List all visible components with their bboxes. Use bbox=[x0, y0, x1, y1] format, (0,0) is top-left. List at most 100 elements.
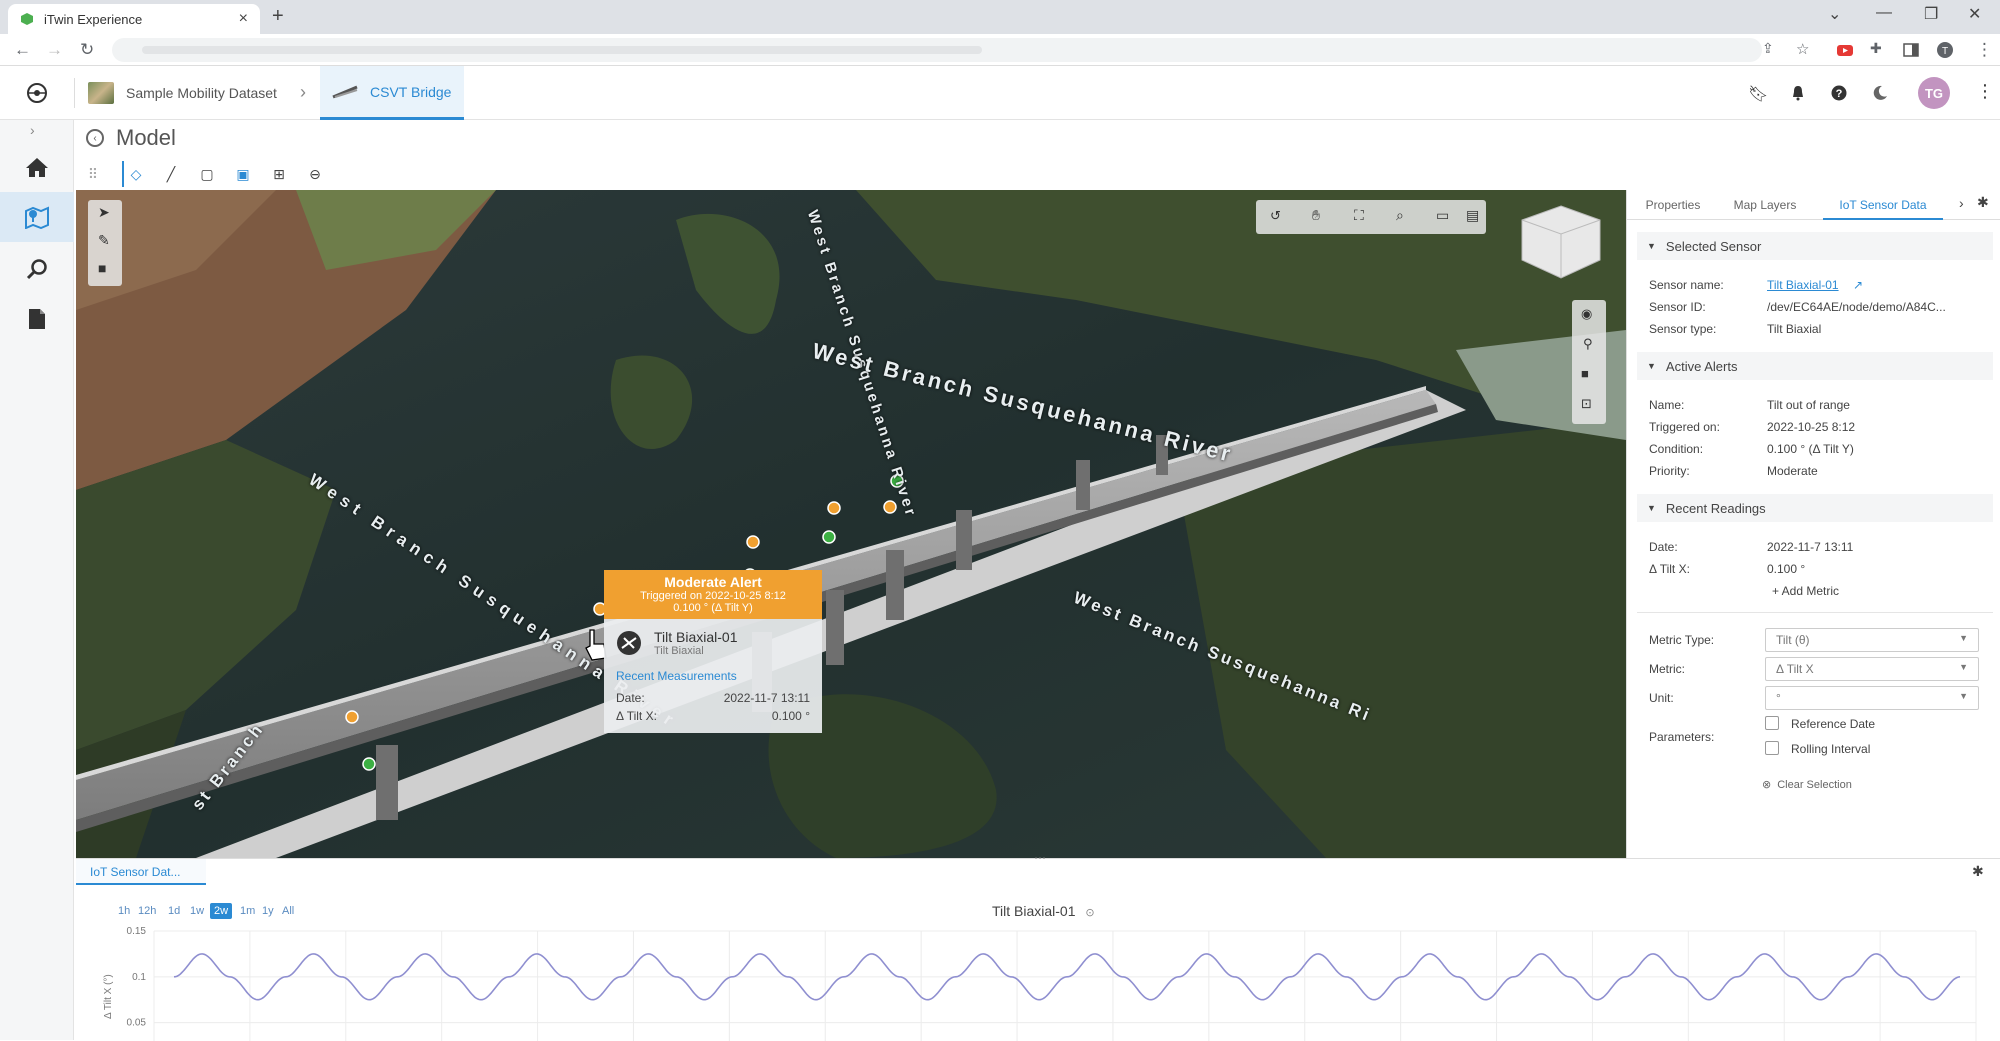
share-icon[interactable]: ⇪ bbox=[1762, 40, 1774, 57]
zoom-icon[interactable]: ⌕ bbox=[1396, 207, 1404, 224]
itwin-logo-icon[interactable] bbox=[24, 81, 50, 105]
section-recent-readings[interactable]: ▼ Recent Readings bbox=[1637, 494, 1993, 522]
section-title: Recent Readings bbox=[1665, 500, 1766, 516]
camera-icon[interactable]: ◉ bbox=[1581, 306, 1592, 322]
search-icon bbox=[26, 259, 47, 280]
rolling-interval-checkbox[interactable] bbox=[1765, 741, 1779, 755]
nav-home[interactable] bbox=[0, 142, 74, 192]
open-external-icon[interactable]: ↗ bbox=[1853, 278, 1863, 292]
section-active-alerts[interactable]: ▼ Active Alerts bbox=[1637, 352, 1993, 380]
range-1m[interactable]: 1m bbox=[240, 905, 255, 917]
saved-view-icon[interactable]: ▤ bbox=[1466, 207, 1479, 224]
sensor-name-link[interactable]: Tilt Biaxial-01 bbox=[1767, 278, 1839, 292]
walk-icon[interactable]: ⚲ bbox=[1583, 336, 1593, 352]
youtube-extension-icon[interactable] bbox=[1836, 41, 1854, 59]
range-1d[interactable]: 1d bbox=[168, 905, 180, 917]
chart-settings-icon[interactable]: ⊙ bbox=[1085, 907, 1094, 919]
section-selected-sensor[interactable]: ▼ Selected Sensor bbox=[1637, 232, 1993, 260]
pointer-tool-icon[interactable]: ➤ bbox=[98, 204, 110, 221]
nav-map[interactable] bbox=[0, 192, 74, 242]
3d-viewport[interactable]: West Branch Susquehanna River West Branc… bbox=[76, 190, 1626, 858]
url-input[interactable] bbox=[112, 38, 1762, 62]
resize-handle-icon[interactable]: ⋯ bbox=[1034, 851, 1046, 865]
tab-map-layers[interactable]: Map Layers bbox=[1719, 190, 1811, 220]
drag-handle-icon[interactable]: ⠿ bbox=[80, 161, 106, 187]
sidepanel-icon[interactable] bbox=[1902, 41, 1920, 59]
delete-tool-icon[interactable]: ■ bbox=[98, 260, 106, 276]
forward-icon[interactable]: → bbox=[46, 40, 63, 60]
select-element-icon[interactable]: ◇ bbox=[122, 161, 148, 187]
pan-hand-icon[interactable]: ✋︎ bbox=[1312, 207, 1320, 224]
measure-line-icon[interactable]: ╱ bbox=[158, 161, 184, 187]
rolling-interval-label: Rolling Interval bbox=[1791, 742, 1871, 756]
profile-icon[interactable]: T bbox=[1936, 41, 1954, 59]
app-menu-icon[interactable]: ⋮ bbox=[1976, 81, 1994, 102]
sensor-id-label: Sensor ID: bbox=[1649, 300, 1706, 314]
sensor-id-value: /dev/EC64AE/node/demo/A84C... bbox=[1767, 300, 1946, 314]
unit-select[interactable]: ° ▼ bbox=[1765, 686, 1979, 710]
remove-circle-icon[interactable]: ⊖ bbox=[302, 161, 328, 187]
new-tab-button[interactable]: + bbox=[272, 5, 284, 28]
expand-nav-icon[interactable]: › bbox=[30, 122, 35, 138]
fit-view-icon[interactable]: ⛶ bbox=[1354, 207, 1364, 224]
range-12h[interactable]: 12h bbox=[138, 905, 156, 917]
section-tool-icon[interactable]: ▣ bbox=[230, 161, 256, 187]
dark-mode-moon-icon[interactable] bbox=[1872, 85, 1888, 101]
pencil-tool-icon[interactable]: ✎ bbox=[98, 232, 110, 249]
range-1h[interactable]: 1h bbox=[118, 905, 130, 917]
tab-properties[interactable]: Properties bbox=[1627, 190, 1719, 220]
nav-search[interactable] bbox=[0, 244, 74, 294]
tab-search-icon[interactable]: ⌄ bbox=[1828, 4, 1841, 24]
add-metric-button[interactable]: + Add Metric bbox=[1772, 584, 1839, 598]
tab-iot-sensor-chart[interactable]: IoT Sensor Dat... bbox=[76, 859, 206, 885]
tab-close-icon[interactable]: × bbox=[239, 10, 248, 28]
window-close-icon[interactable]: ✕ bbox=[1968, 4, 1981, 24]
breadcrumb-model[interactable]: CSVT Bridge bbox=[320, 66, 464, 120]
metric-type-select[interactable]: Tilt (θ) ▼ bbox=[1765, 628, 1979, 652]
browser-tab[interactable]: iTwin Experience × bbox=[8, 4, 260, 34]
range-1y[interactable]: 1y bbox=[262, 905, 274, 917]
frame-icon[interactable]: ⊡ bbox=[1581, 396, 1592, 412]
viewport-tool-palette: ➤ ✎ ■ bbox=[88, 200, 122, 286]
sensor-alert-popup[interactable]: Moderate Alert Triggered on 2022-10-25 8… bbox=[604, 570, 822, 733]
popup-sensor-type: Tilt Biaxial bbox=[654, 645, 704, 657]
pin-panel-icon[interactable]: ✱ bbox=[1972, 863, 1984, 880]
add-box-icon[interactable]: ⊞ bbox=[266, 161, 292, 187]
help-icon[interactable]: ? bbox=[1831, 85, 1847, 101]
range-all[interactable]: All bbox=[282, 905, 294, 917]
breadcrumb-dataset[interactable]: Sample Mobility Dataset bbox=[88, 66, 277, 120]
recent-measurements-link[interactable]: Recent Measurements bbox=[616, 669, 810, 683]
reference-date-label: Reference Date bbox=[1791, 717, 1876, 731]
chevron-down-icon: ▼ bbox=[1959, 662, 1968, 672]
sensor-type-label: Sensor type: bbox=[1649, 322, 1717, 336]
rectangle-select-icon[interactable]: ▢ bbox=[194, 161, 220, 187]
user-avatar[interactable]: TG bbox=[1918, 77, 1950, 109]
back-icon[interactable]: ← bbox=[14, 40, 31, 60]
tabs-next-icon[interactable]: › bbox=[1959, 195, 1964, 211]
restore-icon[interactable]: ❐ bbox=[1924, 4, 1938, 24]
window-area-icon[interactable]: ▭ bbox=[1436, 207, 1449, 224]
metric-select[interactable]: Δ Tilt X ▼ bbox=[1765, 657, 1979, 681]
chevron-down-icon: ▼ bbox=[1959, 633, 1968, 643]
clear-selection-button[interactable]: ⊗ Clear Selection bbox=[1762, 778, 1882, 792]
tab-iot-sensor-data[interactable]: IoT Sensor Data bbox=[1823, 190, 1943, 220]
minimize-icon[interactable]: — bbox=[1876, 4, 1892, 22]
navigation-cube-icon[interactable] bbox=[1516, 202, 1606, 282]
video-icon[interactable]: ■ bbox=[1581, 366, 1589, 381]
rotate-view-icon[interactable]: ↺ bbox=[1270, 208, 1281, 224]
range-1w[interactable]: 1w bbox=[190, 905, 204, 917]
bookmark-star-icon[interactable]: ☆ bbox=[1796, 40, 1809, 58]
reload-icon[interactable]: ↻ bbox=[80, 40, 94, 60]
range-2w[interactable]: 2w bbox=[210, 903, 233, 919]
extensions-puzzle-icon[interactable]: ✚ bbox=[1870, 40, 1882, 57]
reference-date-checkbox[interactable] bbox=[1765, 716, 1779, 730]
bookmark-icon[interactable]: 🔖︎ bbox=[1748, 84, 1768, 104]
sensor-type-value: Tilt Biaxial bbox=[1767, 322, 1822, 336]
browser-menu-icon[interactable]: ⋮ bbox=[1976, 40, 1993, 60]
pin-panel-icon[interactable]: ✱ bbox=[1977, 194, 1989, 211]
alert-name-value: Tilt out of range bbox=[1767, 398, 1850, 412]
back-circle-icon[interactable]: ‹ bbox=[86, 129, 104, 147]
nav-documents[interactable] bbox=[0, 294, 74, 344]
notification-bell-icon[interactable] bbox=[1790, 85, 1806, 101]
chart-y-axis-label: Δ Tilt X (°) bbox=[103, 974, 114, 1019]
